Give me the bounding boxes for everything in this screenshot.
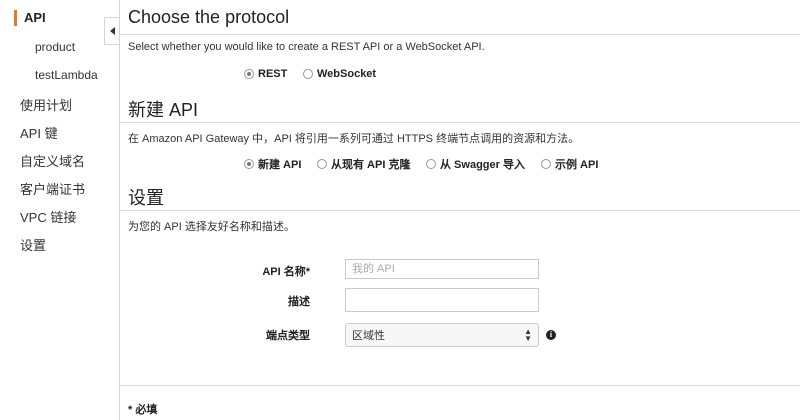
radio-circle[interactable]: [426, 159, 436, 169]
radio-circle[interactable]: [303, 69, 313, 79]
endpoint-type-value: 区域性: [352, 330, 385, 342]
endpoint-type-label: 端点类型: [266, 330, 310, 342]
radio-websocket[interactable]: WebSocket: [303, 68, 376, 80]
api-name-label: API 名称*: [262, 266, 310, 278]
sidebar-collapse-button[interactable]: [104, 17, 119, 45]
radio-rest[interactable]: REST: [244, 68, 287, 80]
description-label: 描述: [288, 296, 310, 308]
chevron-left-icon: [109, 27, 115, 35]
radio-new-api[interactable]: 新建 API: [244, 156, 301, 172]
divider: [120, 385, 800, 386]
new-api-description: 在 Amazon API Gateway 中，API 将引用一系列可通过 HTT…: [128, 133, 580, 145]
sidebar-item-settings[interactable]: 设置: [20, 235, 46, 254]
protocol-title: Choose the protocol: [128, 7, 290, 27]
sidebar-item-product[interactable]: product: [35, 40, 75, 54]
api-name-input[interactable]: [345, 259, 539, 279]
radio-rest-label: REST: [258, 68, 288, 80]
endpoint-type-select[interactable]: 区域性 ▲ ▼: [345, 323, 539, 347]
settings-description: 为您的 API 选择友好名称和描述。: [128, 221, 295, 233]
divider: [120, 34, 800, 35]
sidebar-item-usage-plans[interactable]: 使用计划: [20, 95, 72, 114]
sidebar-item-client-certificates[interactable]: 客户端证书: [20, 179, 85, 198]
radio-new-api-label: 新建 API: [258, 159, 302, 171]
sidebar-nav: API product testLambda 使用计划 API 键 自定义域名 …: [0, 0, 120, 420]
main-content: Choose the protocol Select whether you w…: [120, 0, 800, 420]
new-api-title: 新建 API: [128, 100, 199, 120]
select-arrows-icon: ▲ ▼: [524, 327, 532, 343]
radio-import-swagger-label: 从 Swagger 导入: [440, 159, 525, 171]
divider: [120, 122, 800, 123]
required-note: * 必填: [128, 404, 158, 416]
sidebar-item-api[interactable]: API: [14, 10, 46, 26]
radio-circle[interactable]: [244, 69, 254, 79]
divider: [120, 210, 800, 211]
radio-example-api-label: 示例 API: [555, 159, 599, 171]
description-input[interactable]: [345, 288, 539, 312]
sidebar-item-custom-domains[interactable]: 自定义域名: [20, 151, 85, 170]
sidebar-item-vpc-links[interactable]: VPC 链接: [20, 207, 76, 226]
radio-websocket-label: WebSocket: [317, 68, 377, 80]
sidebar-item-testlambda[interactable]: testLambda: [35, 68, 98, 82]
radio-circle[interactable]: [317, 159, 327, 169]
sidebar-item-api-keys[interactable]: API 键: [20, 123, 58, 142]
radio-clone-api-label: 从现有 API 克隆: [331, 159, 411, 171]
radio-import-swagger[interactable]: 从 Swagger 导入: [426, 156, 525, 172]
settings-title: 设置: [128, 188, 164, 208]
radio-example-api[interactable]: 示例 API: [541, 156, 598, 172]
radio-circle[interactable]: [244, 159, 254, 169]
radio-circle[interactable]: [541, 159, 551, 169]
radio-clone-api[interactable]: 从现有 API 克隆: [317, 156, 410, 172]
info-icon[interactable]: i: [546, 330, 556, 340]
protocol-description: Select whether you would like to create …: [128, 41, 485, 53]
